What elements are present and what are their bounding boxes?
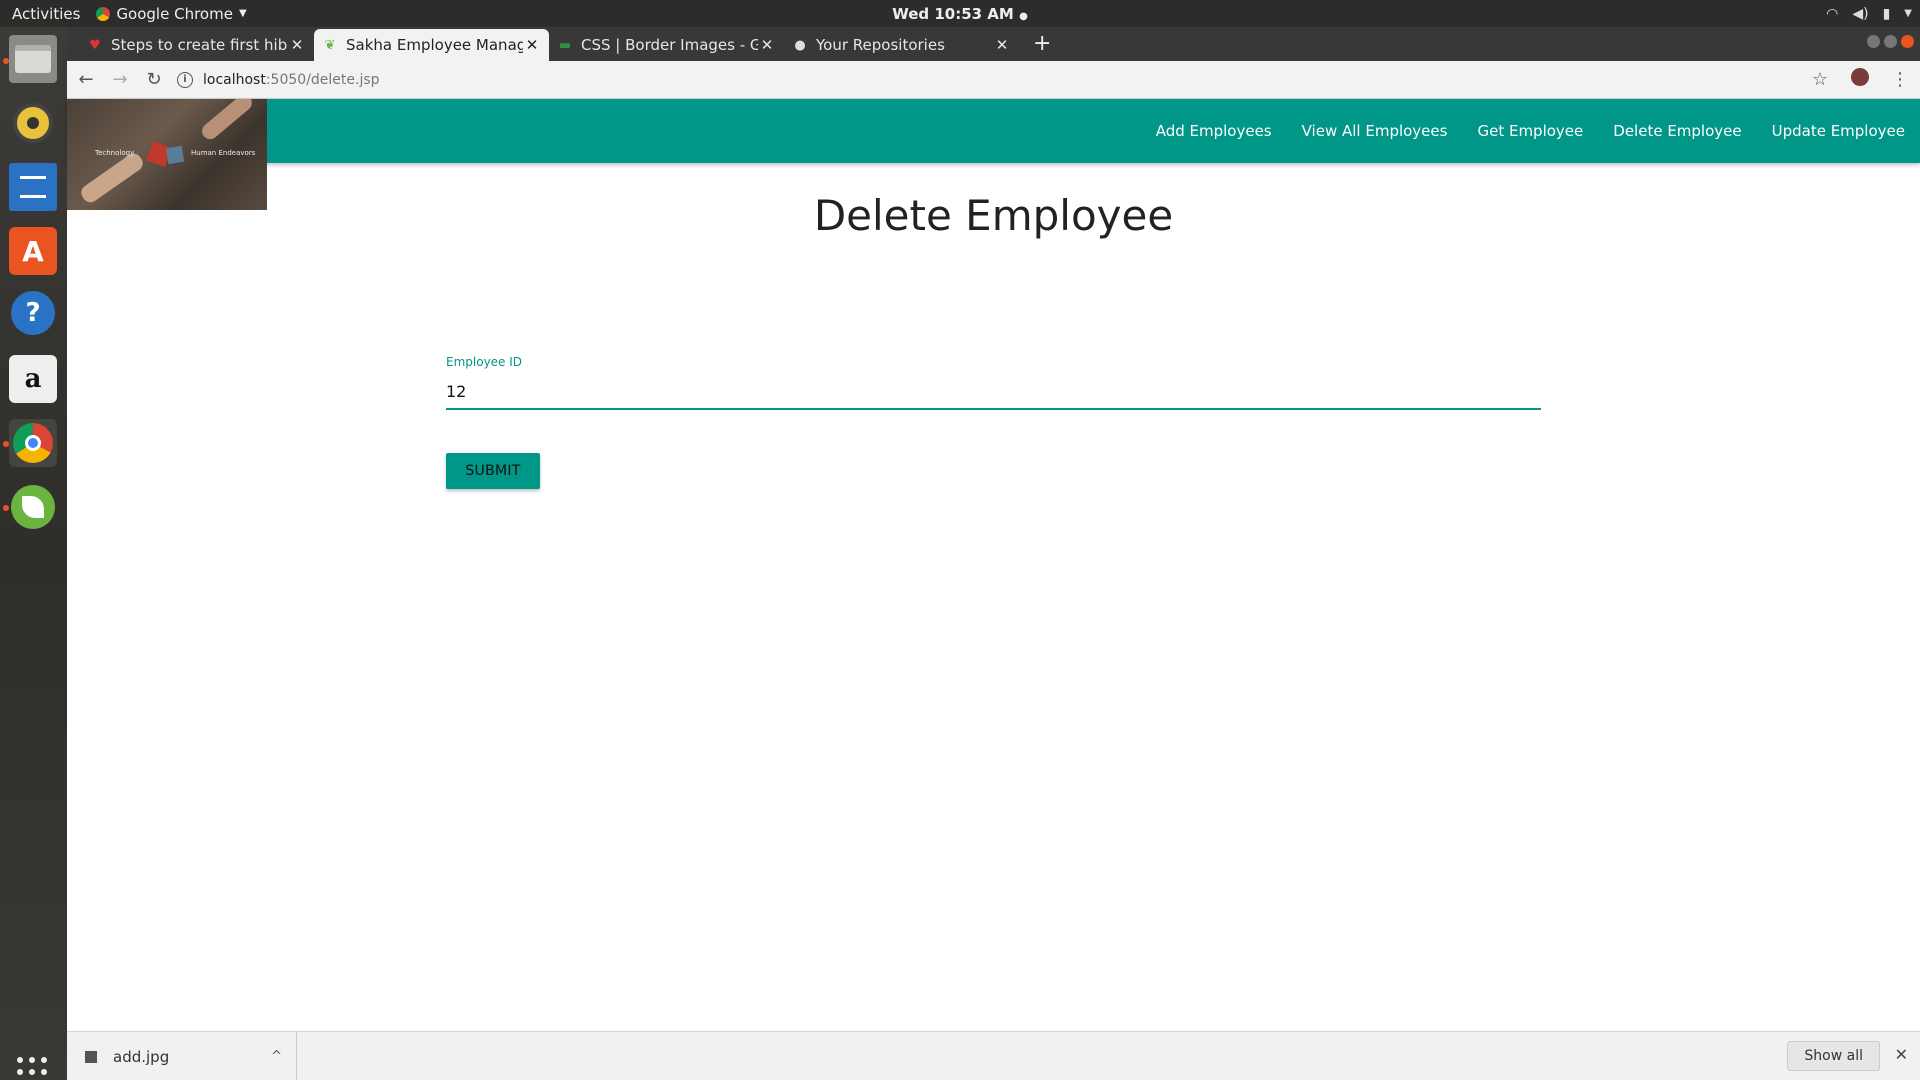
leaf-icon: ❦ [324, 37, 336, 53]
clock-label: Wed 10:53 AM [892, 4, 1014, 23]
system-tray[interactable]: ◠ ◀) ▮ ▼ [1826, 0, 1912, 27]
close-window-icon[interactable] [1901, 35, 1914, 48]
volume-icon: ◀) [1852, 5, 1869, 22]
tab-strip: ♥ Steps to create first hiber ✕ ❦ Sakha … [67, 27, 1920, 61]
close-icon[interactable]: ✕ [993, 36, 1011, 54]
menu-icon[interactable]: ⋮ [1880, 69, 1920, 90]
file-icon [85, 1050, 97, 1063]
spring-icon[interactable] [9, 483, 57, 531]
system-top-bar: Activities Google Chrome ▼ Wed 10:53 AM … [0, 0, 1920, 27]
download-bar: add.jpg ^ Show all ✕ [67, 1031, 1920, 1080]
employee-id-label: Employee ID [446, 355, 523, 369]
nav-delete-employee[interactable]: Delete Employee [1598, 122, 1756, 140]
software-center-icon[interactable]: A [9, 227, 57, 275]
new-tab-button[interactable]: + [1019, 29, 1065, 61]
web-page: Add Employees View All Employees Get Emp… [67, 99, 1920, 1029]
nav-add-employees[interactable]: Add Employees [1141, 122, 1287, 140]
dock: A ? a [0, 27, 67, 1080]
activities-button[interactable]: Activities [0, 5, 92, 23]
close-icon[interactable]: ✕ [758, 36, 776, 54]
nav-get-employee[interactable]: Get Employee [1462, 122, 1598, 140]
battery-icon: ▮ [1882, 5, 1891, 22]
maximize-icon[interactable] [1884, 35, 1897, 48]
rhythmbox-icon[interactable] [9, 99, 57, 147]
address-bar[interactable]: i localhost:5050/delete.jsp [169, 65, 1800, 95]
github-icon: ● [794, 37, 806, 53]
running-indicator-icon [3, 505, 9, 511]
files-icon[interactable] [9, 35, 57, 83]
browser-window: ♥ Steps to create first hiber ✕ ❦ Sakha … [67, 27, 1920, 1080]
close-icon[interactable]: ✕ [288, 36, 306, 54]
minimize-icon[interactable] [1867, 35, 1880, 48]
tab-title: CSS | Border Images - Gee [581, 36, 758, 54]
url-host: localhost [203, 71, 266, 88]
reload-icon[interactable]: ↻ [139, 69, 169, 90]
site-logo[interactable]: Technology Human Endeavors [67, 99, 267, 210]
browser-toolbar: ← → ↻ i localhost:5050/delete.jsp ☆ ⋮ [67, 61, 1920, 99]
tab-title: Steps to create first hiber [111, 36, 288, 54]
tab-title: Sakha Employee Manager [346, 36, 523, 54]
show-all-button[interactable]: Show all [1787, 1041, 1880, 1071]
chevron-down-icon: ▼ [238, 8, 247, 19]
chrome-dock-icon[interactable] [9, 419, 57, 467]
running-indicator-icon [3, 441, 9, 447]
chevron-down-icon: ▼ [1904, 8, 1912, 19]
tab-css-border-images[interactable]: ▬ CSS | Border Images - Gee ✕ [549, 29, 784, 61]
close-icon[interactable]: ✕ [523, 36, 541, 54]
show-applications-icon[interactable] [17, 1057, 49, 1080]
site-navbar: Add Employees View All Employees Get Emp… [67, 99, 1920, 163]
tab-repositories[interactable]: ● Your Repositories ✕ [784, 29, 1019, 61]
nav-links: Add Employees View All Employees Get Emp… [1141, 99, 1920, 163]
wifi-icon: ◠ [1826, 5, 1839, 22]
help-icon[interactable]: ? [11, 291, 55, 335]
nav-view-all-employees[interactable]: View All Employees [1287, 122, 1463, 140]
download-item[interactable]: add.jpg ^ [85, 1032, 297, 1080]
logo-text-right: Human Endeavors [191, 149, 256, 157]
page-title: Delete Employee [813, 191, 1174, 240]
close-icon[interactable]: ✕ [1895, 1045, 1908, 1064]
nav-update-employee[interactable]: Update Employee [1757, 122, 1920, 140]
download-filename: add.jpg [113, 1047, 170, 1066]
back-icon[interactable]: ← [71, 69, 101, 90]
heart-icon: ♥ [89, 37, 101, 53]
amazon-icon[interactable]: a [9, 355, 57, 403]
submit-button[interactable]: SUBMIT [446, 453, 540, 489]
notification-dot-icon: ● [1019, 10, 1028, 22]
chrome-icon [96, 6, 111, 21]
window-controls [1867, 35, 1914, 48]
delete-employee-form: Employee ID SUBMIT [446, 351, 1541, 489]
tab-sakha-employee[interactable]: ❦ Sakha Employee Manager ✕ [314, 29, 549, 61]
info-icon[interactable]: i [177, 71, 193, 88]
employee-id-input[interactable] [446, 374, 1541, 410]
logo-text-left: Technology [95, 149, 135, 157]
writer-icon[interactable] [9, 163, 57, 211]
url-path: :5050/delete.jsp [265, 71, 380, 88]
geeks-icon: ▬ [558, 37, 572, 53]
chevron-up-icon[interactable]: ^ [271, 1049, 282, 1064]
tab-title: Your Repositories [816, 36, 945, 54]
forward-icon[interactable]: → [105, 69, 135, 90]
clock[interactable]: Wed 10:53 AM ● [892, 5, 1028, 23]
app-menu[interactable]: Google Chrome ▼ [96, 4, 247, 23]
tab-hibernate[interactable]: ♥ Steps to create first hiber ✕ [79, 29, 314, 61]
star-icon[interactable]: ☆ [1800, 69, 1840, 90]
profile-avatar[interactable] [1840, 68, 1880, 91]
app-menu-label: Google Chrome [116, 4, 233, 23]
